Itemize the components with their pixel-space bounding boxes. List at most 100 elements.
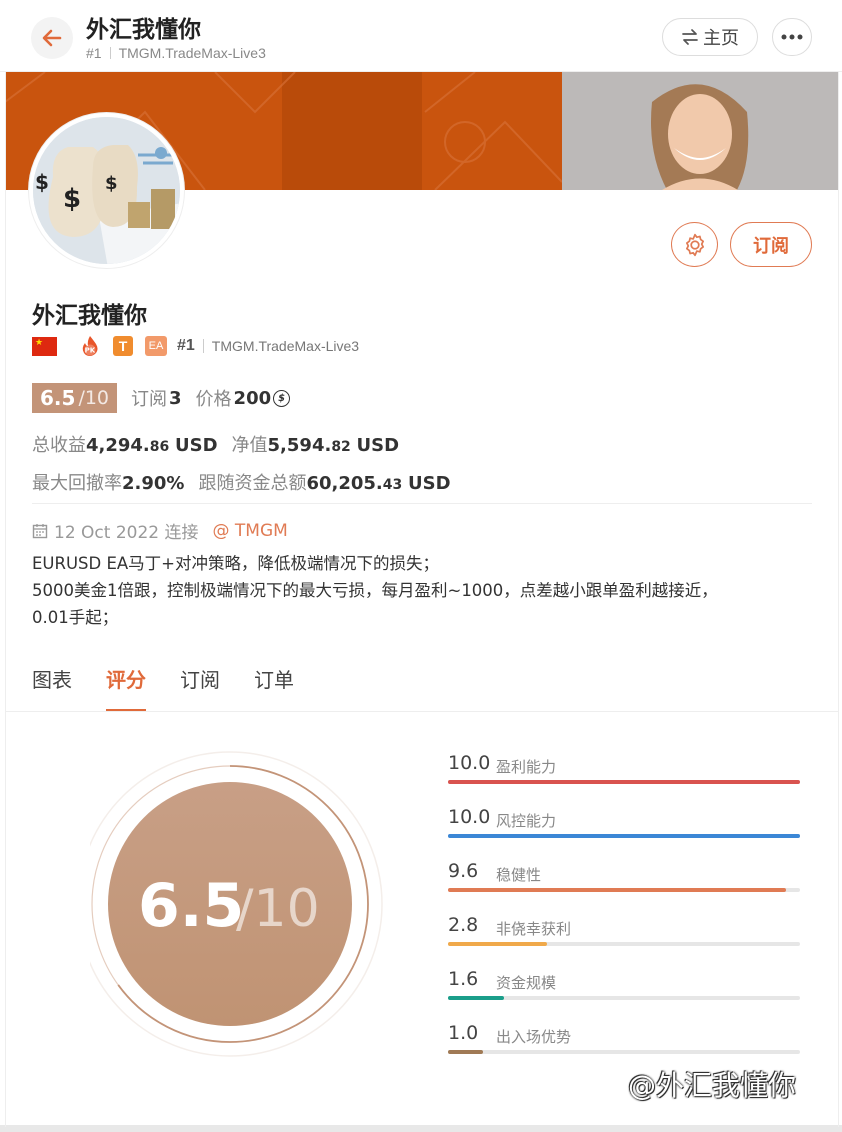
connection-date: 12 Oct 2022 连接 (54, 523, 199, 543)
metric-label: 出入场优势 (496, 1028, 572, 1046)
back-arrow-icon (42, 29, 62, 47)
svg-text:$: $ (35, 170, 49, 194)
pk-label: PK (85, 347, 96, 355)
description-line: 5000美金1倍跟，控制极端情况下的最大亏损，每月盈利~1000，点差越小跟单盈… (32, 581, 718, 600)
price-label: 价格 (195, 389, 232, 410)
divider (32, 503, 812, 504)
badges-row: ★ PK T EA #1 TMGM.TradeMax-Live3 (32, 334, 359, 358)
metric-row: 10.0 盈利能力 (448, 748, 800, 802)
net-value-int: 5,594. (267, 435, 332, 456)
badge-ea: EA (145, 336, 167, 356)
profile-server: TMGM.TradeMax-Live3 (211, 338, 360, 354)
header-subtitle: #1 TMGM.TradeMax-Live3 (86, 45, 266, 61)
metric-bar (448, 834, 800, 838)
follow-funds-int: 60,205. (306, 473, 383, 494)
back-button[interactable] (31, 17, 73, 59)
metric-value: 2.8 (448, 914, 479, 936)
watermark: @外汇我懂你 (628, 1069, 797, 1102)
profile-name: 外汇我懂你 (32, 303, 147, 329)
subs-value: 3 (169, 387, 182, 409)
gauge-score: 6.5 (138, 871, 244, 941)
connection-info: 12 Oct 2022 连接 @ TMGM (32, 518, 288, 543)
follow-funds-dec: 43 (382, 477, 403, 493)
strategy-description: EURUSD EA马丁+对冲策略，降低极端情况下的损失； 5000美金1倍跟，控… (32, 550, 822, 631)
description-line: EURUSD EA马丁+对冲策略，降低极端情况下的损失； (32, 554, 440, 573)
more-dots-icon (781, 34, 803, 40)
profile-rank: #1 (177, 337, 195, 354)
max-drawdown-label: 最大回撤率 (32, 473, 122, 494)
metric-bar (448, 780, 800, 784)
score-chip: 6.5/10 (32, 383, 118, 413)
gear-icon (685, 233, 704, 256)
pk-flame-icon: PK (82, 336, 98, 356)
metric-value: 1.0 (448, 1022, 479, 1044)
net-value-dec: 82 (331, 439, 351, 455)
metric-value: 10.0 (448, 806, 491, 828)
max-drawdown-value: 2.90% (122, 473, 185, 494)
metric-row: 9.6 稳健性 (448, 856, 800, 910)
top-bar: 外汇我懂你 #1 TMGM.TradeMax-Live3 主页 (0, 0, 842, 72)
coin-icon: $ (273, 389, 291, 407)
total-profit-currency: USD (175, 435, 218, 456)
bottom-band (0, 1125, 842, 1132)
net-value-currency: USD (356, 435, 400, 456)
subscribe-button[interactable]: 订阅 (730, 222, 812, 267)
calendar-icon (32, 523, 48, 538)
metric-value: 9.6 (448, 860, 479, 882)
total-profit-int: 4,294. (86, 435, 150, 456)
metric-label: 稳健性 (496, 866, 542, 884)
frame-edge (838, 72, 839, 1127)
metric-track (448, 834, 800, 838)
metric-label: 盈利能力 (496, 758, 557, 776)
metric-label: 非侥幸获利 (496, 920, 572, 938)
profit-row: 总收益4,294.86 USD 净值5,594.82 USD (32, 431, 399, 457)
broker-link[interactable]: @ TMGM (213, 521, 288, 541)
header-rank: #1 (86, 45, 102, 61)
home-button[interactable]: 主页 (662, 18, 758, 56)
score-gauge: 6.5 /10 (90, 751, 383, 1057)
score-row: 6.5/10 订阅 3 价格 200 $ (32, 383, 291, 413)
tab-chart[interactable]: 图表 (32, 664, 72, 712)
score-value: 6.5 (40, 386, 76, 410)
swap-icon (682, 29, 698, 45)
tab-orders[interactable]: 订单 (254, 664, 294, 712)
drawdown-row: 最大回撤率2.90% 跟随资金总额60,205.43 USD (32, 469, 451, 495)
home-label: 主页 (703, 28, 739, 49)
metric-value: 1.6 (448, 968, 479, 990)
settings-button[interactable] (671, 222, 718, 267)
page-title: 外汇我懂你 (86, 17, 201, 43)
metric-label: 风控能力 (496, 812, 557, 830)
avatar: $ $ $ (29, 113, 184, 268)
subs-label: 订阅 (131, 389, 168, 410)
metric-track (448, 1050, 800, 1054)
metrics-list: 10.0 盈利能力 10.0 风控能力 9.6 稳健性 2.8 非侥幸获利 1.6 资金规模 1.0… (448, 748, 800, 1072)
tab-subscriptions[interactable]: 订阅 (180, 664, 220, 712)
metric-row: 10.0 风控能力 (448, 802, 800, 856)
metric-bar (448, 1050, 484, 1054)
score-max: /10 (78, 387, 110, 409)
gauge-max: /10 (236, 879, 320, 939)
metric-value: 10.0 (448, 752, 491, 774)
china-flag-icon: ★ (32, 336, 57, 356)
follow-funds-currency: USD (407, 473, 451, 494)
metric-bar (448, 942, 547, 946)
frame-edge (5, 72, 6, 1127)
tabs-divider (5, 711, 839, 712)
banner-photo (562, 72, 839, 190)
net-value-label: 净值 (231, 435, 268, 456)
header-server: TMGM.TradeMax-Live3 (118, 45, 266, 61)
more-button[interactable] (772, 18, 812, 56)
metric-bar (448, 996, 505, 1000)
svg-text:$: $ (105, 173, 118, 194)
badge-t: T (113, 336, 133, 356)
total-profit-dec: 86 (149, 439, 170, 455)
metric-bar (448, 888, 786, 892)
metric-label: 资金规模 (496, 974, 557, 992)
tab-bar: 图表 评分 订阅 订单 (32, 664, 328, 712)
metric-row: 2.8 非侥幸获利 (448, 910, 800, 964)
metric-track (448, 942, 800, 946)
tab-score[interactable]: 评分 (106, 664, 146, 712)
metric-track (448, 780, 800, 784)
price-value: 200 (233, 387, 272, 409)
metric-row: 1.6 资金规模 (448, 964, 800, 1018)
